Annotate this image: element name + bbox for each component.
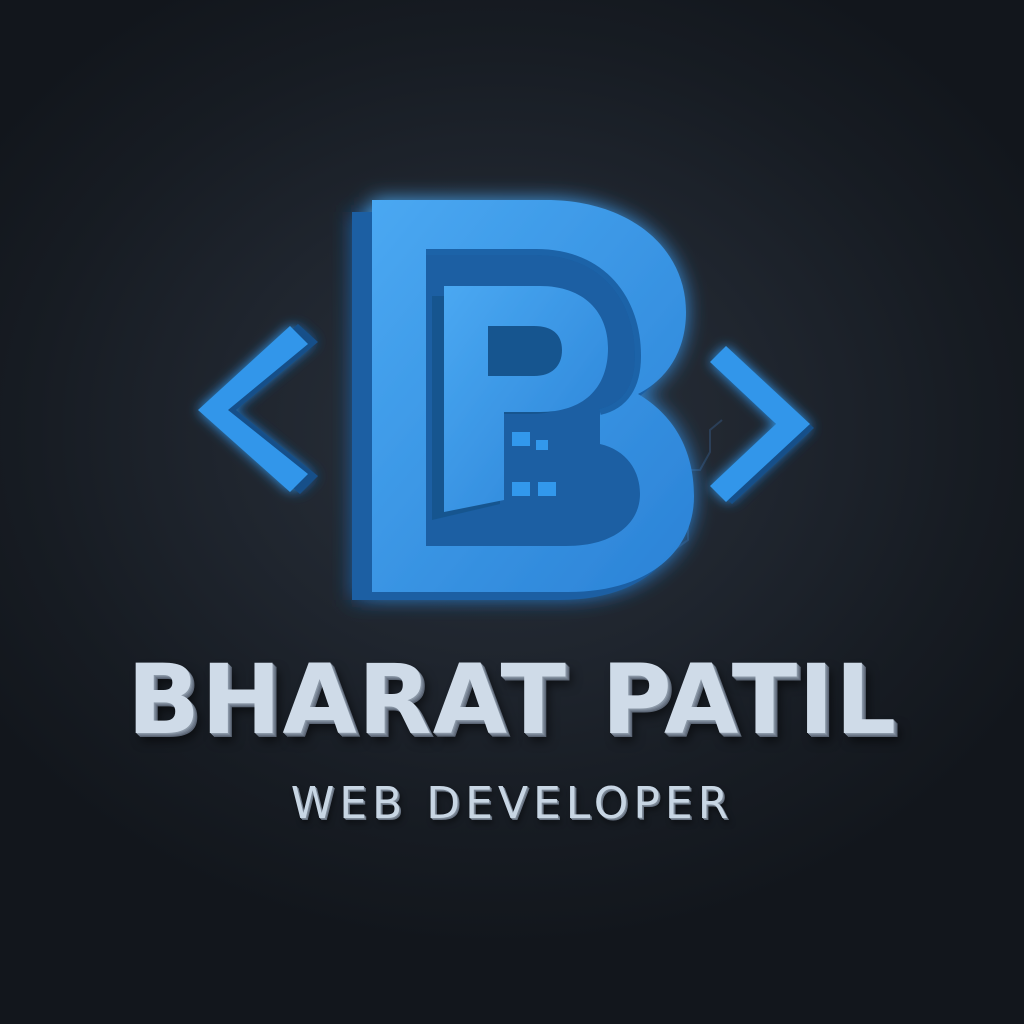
logo-canvas: BHARAT PATIL WEB DEVELOPER xyxy=(0,0,1024,1024)
brand-tagline: WEB DEVELOPER xyxy=(290,778,734,829)
logo-svg xyxy=(198,200,814,600)
chevron-left-icon xyxy=(198,324,318,494)
brand-name: BHARAT PATIL xyxy=(126,644,898,756)
bp-monogram-icon xyxy=(352,200,694,600)
chevron-right-icon xyxy=(710,346,814,504)
logo-mark xyxy=(0,0,1024,640)
